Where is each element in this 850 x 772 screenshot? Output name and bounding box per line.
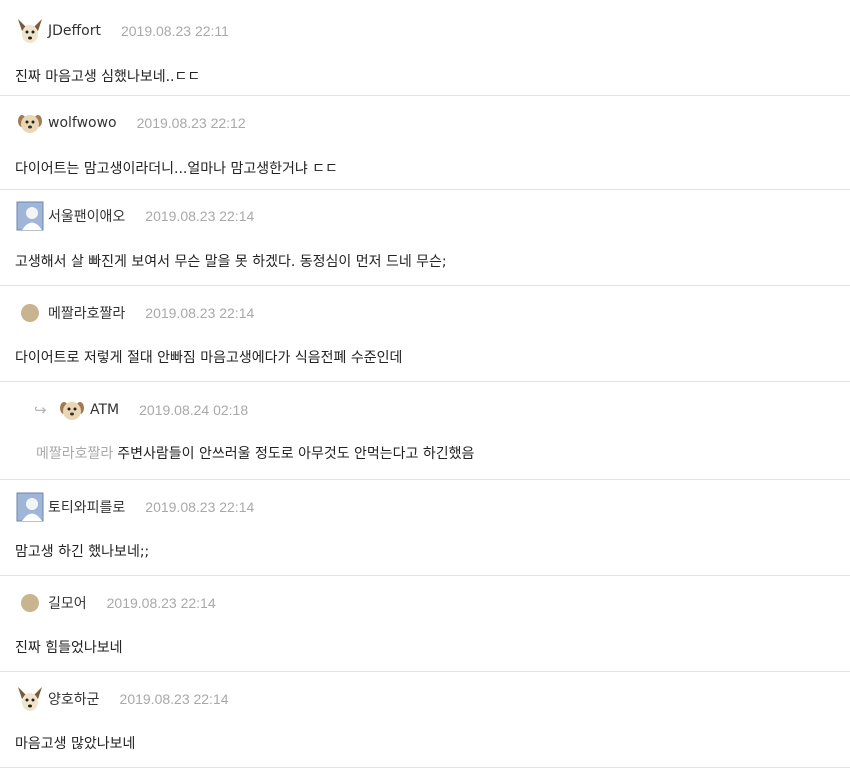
profile-photo-icon[interactable] (14, 492, 46, 522)
profile-photo-icon[interactable] (14, 201, 46, 231)
comment-text: 다이어트는 맘고생이라더니...얼마나 맘고생한거냐 ㄷㄷ (15, 161, 338, 177)
circle-icon[interactable] (14, 588, 46, 618)
puppy-icon[interactable] (56, 395, 88, 425)
comment-meta: JDeffort 2019.08.23 22:11 (14, 16, 229, 46)
comment-nickname[interactable]: wolfwowo (48, 115, 117, 131)
comment-date: 2019.08.23 22:14 (145, 305, 255, 321)
comment-nickname[interactable]: 양호하군 (48, 689, 100, 709)
reply-arrow-icon: ↪ (34, 401, 47, 419)
comment-list: JDeffort 2019.08.23 22:11 진짜 마음고생 심했나보네.… (0, 0, 850, 768)
comment-item: 서울팬이애오 2019.08.23 22:14 고생해서 살 빠진게 보여서 무… (0, 190, 850, 286)
comment-date: 2019.08.23 22:14 (145, 499, 255, 515)
comment-text: 진짜 힘들었나보네 (15, 640, 123, 656)
comment-item: 길모어 2019.08.23 22:14 진짜 힘들었나보네 (0, 576, 850, 672)
comment-date: 2019.08.23 22:14 (106, 595, 216, 611)
comment-meta: 서울팬이애오 2019.08.23 22:14 (14, 201, 254, 231)
reply-mention[interactable]: 메짤라호짤라 (36, 446, 113, 462)
comment-meta: wolfwowo 2019.08.23 22:12 (14, 108, 246, 138)
comment-nickname[interactable]: 길모어 (48, 593, 87, 613)
dog-icon[interactable] (14, 16, 46, 46)
comment-text: 마음고생 많았나보네 (15, 736, 136, 752)
comment-date: 2019.08.24 02:18 (139, 402, 249, 418)
comment-meta: 양호하군 2019.08.23 22:14 (14, 684, 229, 714)
comment-date: 2019.08.23 22:14 (145, 208, 255, 224)
comment-meta: 토티와피를로 2019.08.23 22:14 (14, 492, 254, 522)
comment-nickname[interactable]: ATM (90, 402, 119, 418)
comment-item: wolfwowo 2019.08.23 22:12 다이어트는 맘고생이라더니.… (0, 96, 850, 190)
comment-meta: 길모어 2019.08.23 22:14 (14, 588, 216, 618)
comment-date: 2019.08.23 22:11 (120, 23, 229, 39)
comment-nickname[interactable]: 메짤라호짤라 (48, 303, 125, 323)
comment-text: 다이어트로 저렇게 절대 안빠짐 마음고생에다가 식음전폐 수준인데 (15, 350, 403, 366)
comment-nickname[interactable]: 서울팬이애오 (48, 206, 125, 226)
comment-nickname[interactable]: JDeffort (48, 23, 101, 39)
reply-item: ↪ ATM 2019.08.24 02:18 메짤라호짤라 주변사람들이 안쓰러울… (0, 382, 850, 480)
comment-text: 고생해서 살 빠진게 보여서 무슨 말을 못 하겠다. 동정심이 먼저 드네 무… (15, 254, 447, 270)
comment-item: JDeffort 2019.08.23 22:11 진짜 마음고생 심했나보네.… (0, 0, 850, 96)
comment-text: 메짤라호짤라 주변사람들이 안쓰러울 정도로 아무것도 안먹는다고 하긴했음 (36, 443, 474, 463)
comment-meta: ↪ ATM 2019.08.24 02:18 (34, 395, 248, 425)
comment-meta: 메짤라호짤라 2019.08.23 22:14 (14, 298, 254, 328)
circle-icon[interactable] (14, 298, 46, 328)
comment-date: 2019.08.23 22:12 (136, 115, 246, 131)
comment-item: 양호하군 2019.08.23 22:14 마음고생 많았나보네 (0, 672, 850, 768)
comment-text: 맘고생 하긴 했나보네;; (15, 544, 150, 560)
dog-icon[interactable] (14, 684, 46, 714)
comment-item: 토티와피를로 2019.08.23 22:14 맘고생 하긴 했나보네;; (0, 480, 850, 576)
puppy-icon[interactable] (14, 108, 46, 138)
comment-text: 진짜 마음고생 심했나보네..ㄷㄷ (15, 69, 201, 85)
comment-date: 2019.08.23 22:14 (119, 691, 229, 707)
reply-text: 주변사람들이 안쓰러울 정도로 아무것도 안먹는다고 하긴했음 (117, 446, 475, 462)
comment-nickname[interactable]: 토티와피를로 (48, 497, 125, 517)
comment-item: 메짤라호짤라 2019.08.23 22:14 다이어트로 저렇게 절대 안빠짐… (0, 286, 850, 382)
